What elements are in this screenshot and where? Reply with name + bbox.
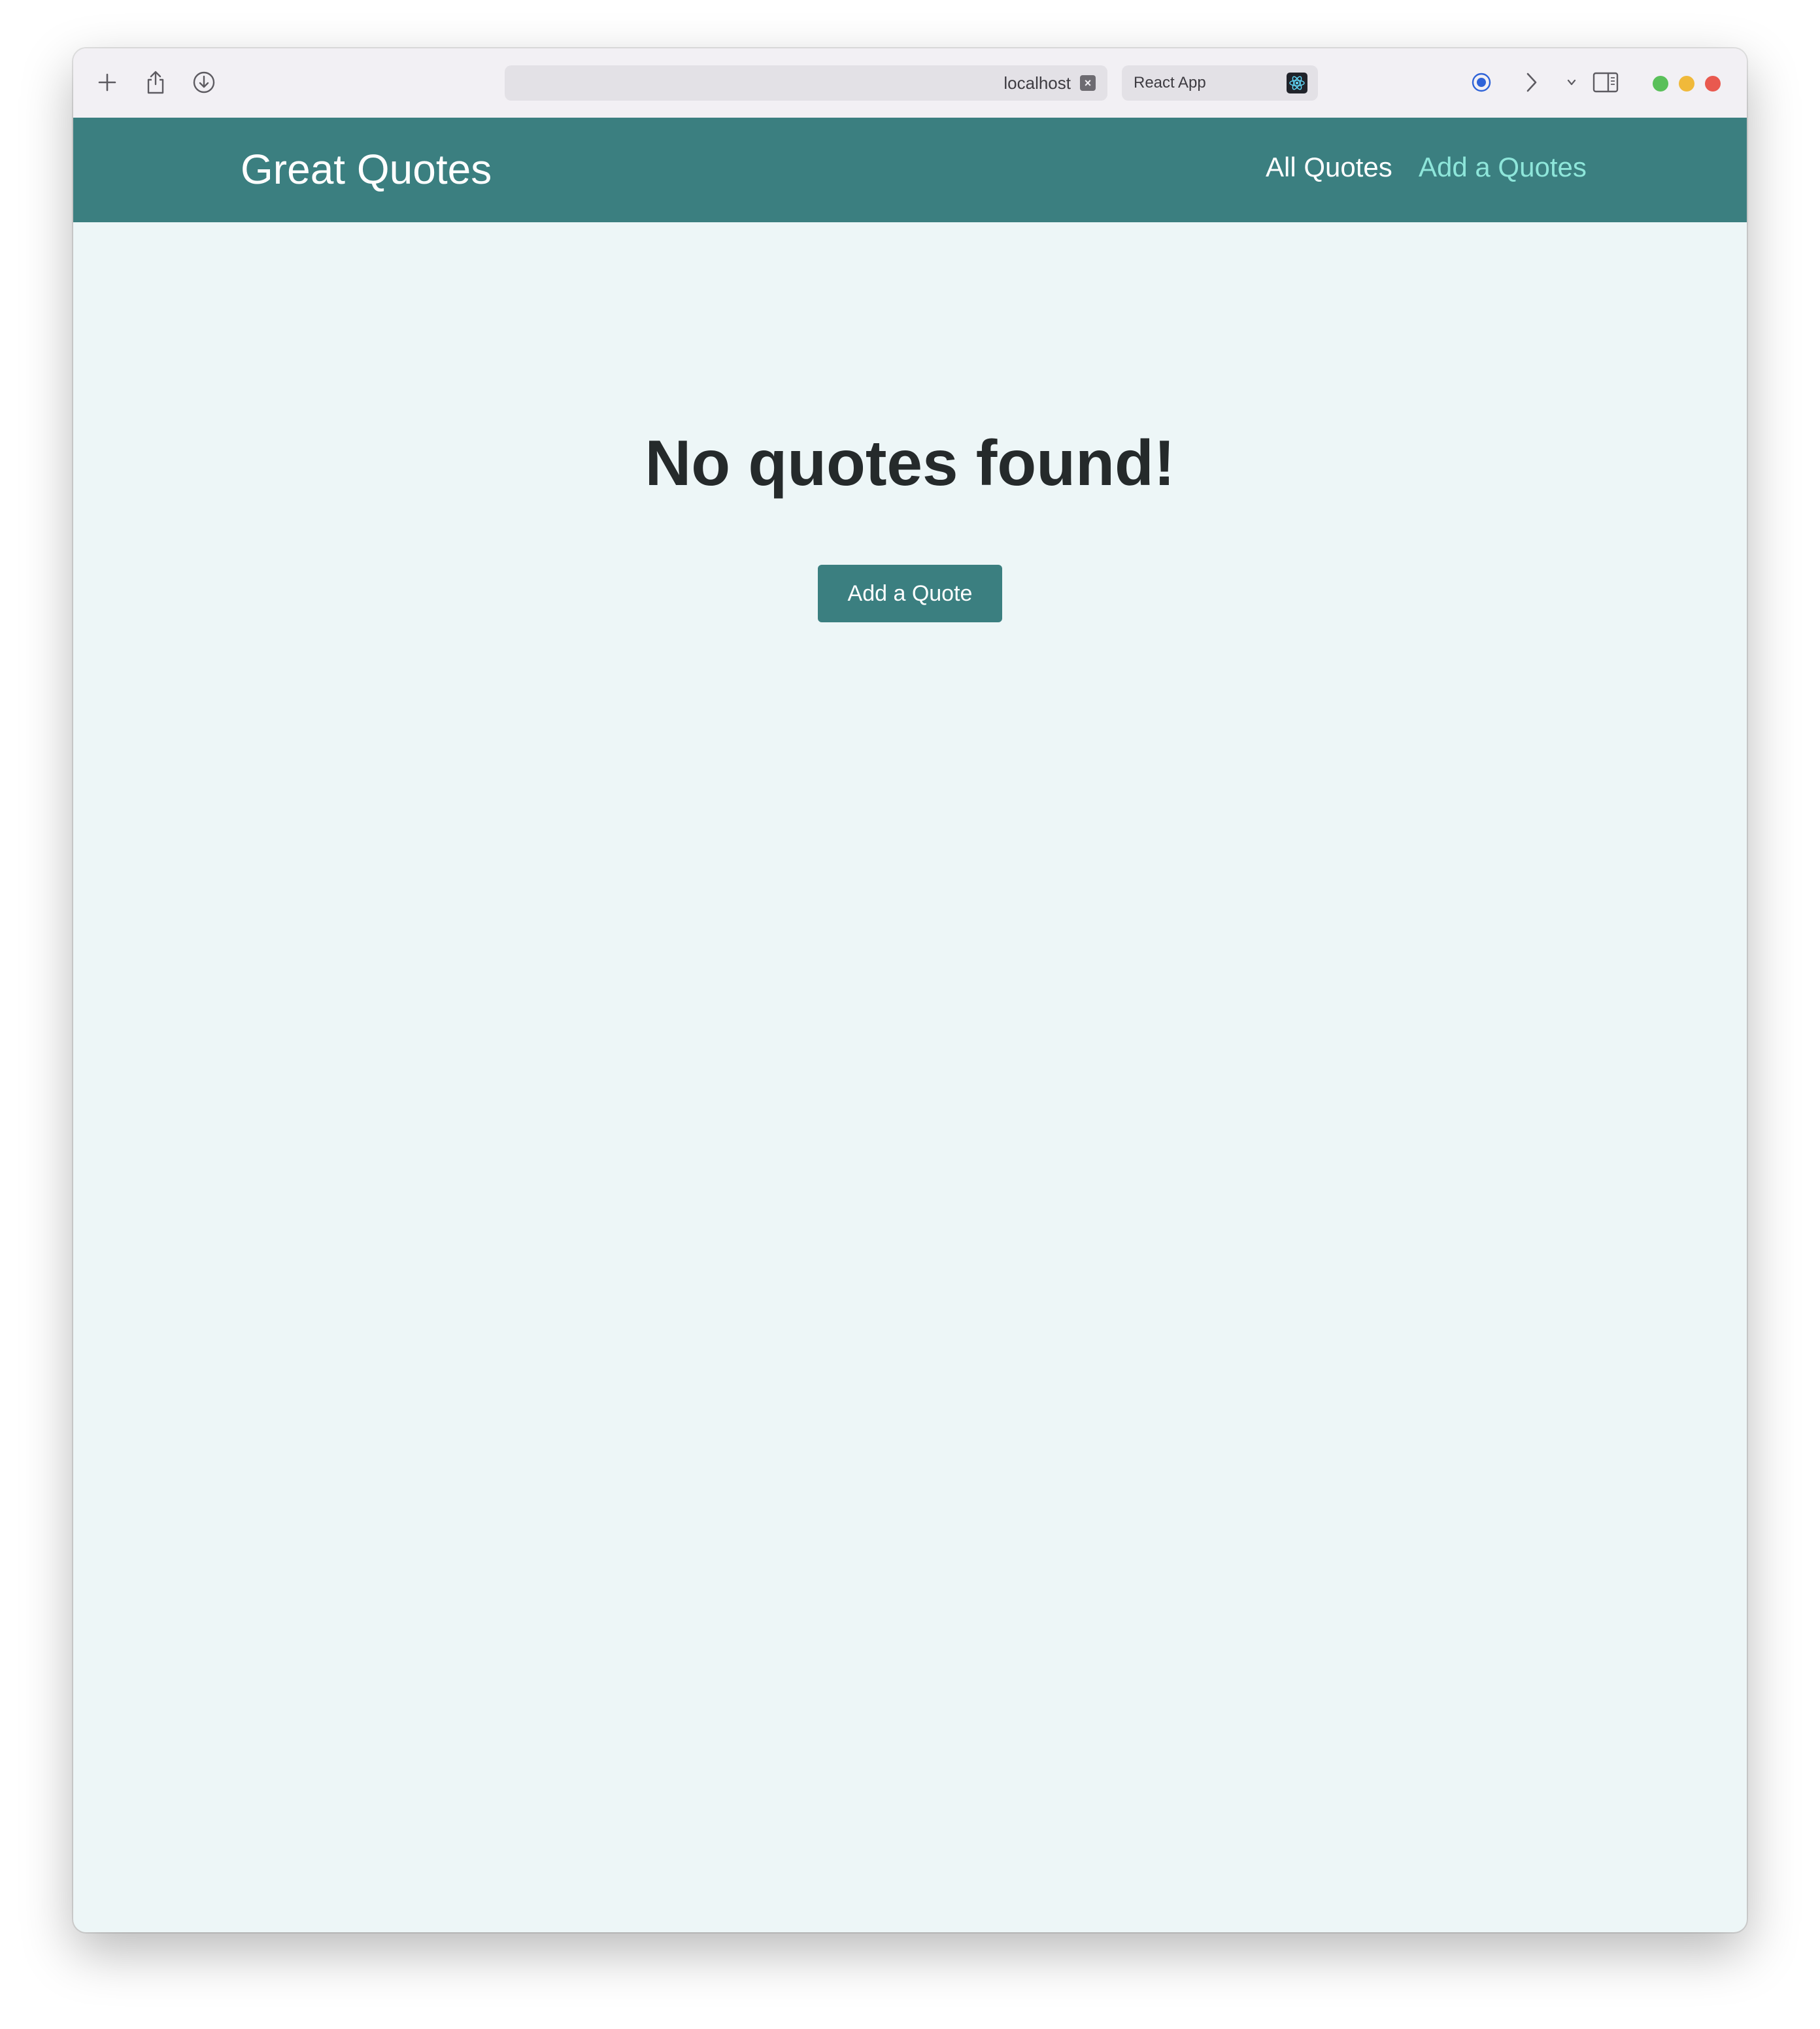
tab-react-app[interactable]: React App xyxy=(1122,65,1318,101)
react-logo-icon xyxy=(1287,73,1307,93)
chevron-right-icon[interactable] xyxy=(1517,68,1545,97)
empty-state-heading: No quotes found! xyxy=(645,427,1175,499)
download-icon[interactable] xyxy=(190,68,218,97)
app-header: Great Quotes All Quotes Add a Quotes xyxy=(73,118,1747,222)
browser-window: localhost × React App Great Quotes All Q… xyxy=(73,48,1747,1932)
plus-icon[interactable] xyxy=(93,68,122,97)
window-close-button[interactable] xyxy=(1705,76,1721,92)
chevron-down-icon[interactable] xyxy=(1557,68,1586,97)
sidebar-icon[interactable] xyxy=(1591,68,1620,97)
share-icon[interactable] xyxy=(141,68,170,97)
browser-toolbar: localhost × React App xyxy=(73,48,1747,119)
window-zoom-button[interactable] xyxy=(1653,76,1668,92)
tab-title: React App xyxy=(1134,74,1206,92)
record-icon[interactable] xyxy=(1467,68,1496,97)
window-minimize-button[interactable] xyxy=(1679,76,1694,92)
address-bar[interactable]: localhost × xyxy=(505,65,1107,101)
close-icon[interactable]: × xyxy=(1080,75,1096,91)
nav-add-quote-link[interactable]: Add a Quotes xyxy=(1419,152,1587,183)
brand-title: Great Quotes xyxy=(241,146,492,193)
address-text: localhost xyxy=(1003,73,1071,93)
nav-all-quotes-link[interactable]: All Quotes xyxy=(1266,152,1392,183)
add-quote-button[interactable]: Add a Quote xyxy=(818,565,1002,622)
